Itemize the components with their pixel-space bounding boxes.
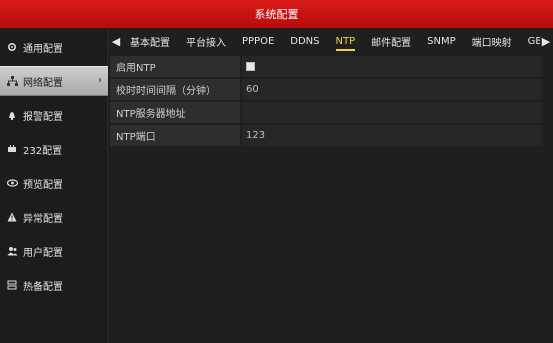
enable-ntp-field — [242, 56, 542, 77]
sidebar-item-exception[interactable]: 异常配置 — [0, 202, 108, 232]
tab-scroll-right-icon[interactable]: ▶ — [540, 35, 552, 48]
tab-platform[interactable]: 平台接入 — [178, 28, 234, 54]
ntp-port-label: NTP端口 — [110, 125, 240, 146]
sidebar-item-label: 报警配置 — [23, 111, 63, 123]
sidebar: 通用配置 网络配置 › 报警配置 232配置 预览配置 异常配置 用户配置 热备… — [0, 28, 108, 343]
sidebar-item-label: 网络配置 — [23, 77, 63, 89]
enable-ntp-label: 启用NTP — [110, 56, 240, 77]
tab-pppoe[interactable]: PPPOE — [234, 28, 282, 54]
sidebar-item-label: 232配置 — [23, 145, 63, 157]
settings-row-interval: 校时时间间隔（分钟） 60 — [110, 79, 542, 100]
tab-scroll-left-icon[interactable]: ◀ — [110, 35, 122, 48]
sidebar-item-label: 用户配置 — [23, 247, 63, 259]
settings-row-server: NTP服务器地址 — [110, 102, 542, 123]
users-icon — [6, 245, 18, 257]
sidebar-item-network[interactable]: 网络配置 › — [0, 66, 108, 96]
eye-icon — [6, 177, 18, 189]
sidebar-item-label: 异常配置 — [23, 213, 63, 225]
tab-list: 基本配置 平台接入 PPPOE DDNS NTP 邮件配置 SNMP 端口映射 … — [122, 28, 540, 54]
sidebar-item-hot-standby[interactable]: 热备配置 — [0, 270, 108, 300]
warning-icon — [6, 211, 18, 223]
ntp-server-input[interactable] — [242, 102, 542, 123]
tab-gb28181[interactable]: GB2818 — [520, 28, 540, 54]
server-icon — [6, 279, 18, 291]
serial-port-icon — [6, 143, 18, 155]
sidebar-item-alarm[interactable]: 报警配置 — [0, 100, 108, 130]
enable-ntp-checkbox[interactable] — [246, 62, 255, 71]
tab-snmp[interactable]: SNMP — [419, 28, 464, 54]
window-title: 系统配置 — [254, 8, 299, 21]
tab-ntp[interactable]: NTP — [328, 28, 364, 54]
sidebar-item-general[interactable]: 通用配置 — [0, 32, 108, 62]
ntp-server-label: NTP服务器地址 — [110, 102, 240, 123]
sync-interval-input[interactable]: 60 — [242, 79, 542, 100]
sidebar-item-preview[interactable]: 预览配置 — [0, 168, 108, 198]
tab-port-mapping[interactable]: 端口映射 — [464, 28, 520, 54]
ntp-port-input[interactable]: 123 — [242, 125, 542, 146]
gear-icon — [6, 41, 18, 53]
chevron-right-icon: › — [98, 75, 102, 86]
alarm-bell-icon — [6, 109, 18, 121]
settings-row-enable-ntp: 启用NTP — [110, 56, 542, 77]
sidebar-item-users[interactable]: 用户配置 — [0, 236, 108, 266]
tab-basic[interactable]: 基本配置 — [122, 28, 178, 54]
ntp-settings-panel: 启用NTP 校时时间间隔（分钟） 60 NTP服务器地址 NTP端口 123 — [110, 56, 542, 148]
tab-ddns[interactable]: DDNS — [282, 28, 327, 54]
sidebar-item-label: 热备配置 — [23, 281, 63, 293]
sidebar-item-232[interactable]: 232配置 — [0, 134, 108, 164]
sync-interval-label: 校时时间间隔（分钟） — [110, 79, 240, 100]
sidebar-item-label: 通用配置 — [23, 43, 63, 55]
network-icon — [6, 75, 18, 87]
settings-row-port: NTP端口 123 — [110, 125, 542, 146]
tab-email[interactable]: 邮件配置 — [363, 28, 419, 54]
window-title-bar: 系统配置 — [0, 0, 553, 28]
tab-bar: ◀ 基本配置 平台接入 PPPOE DDNS NTP 邮件配置 SNMP 端口映… — [110, 28, 553, 54]
sidebar-item-label: 预览配置 — [23, 179, 63, 191]
